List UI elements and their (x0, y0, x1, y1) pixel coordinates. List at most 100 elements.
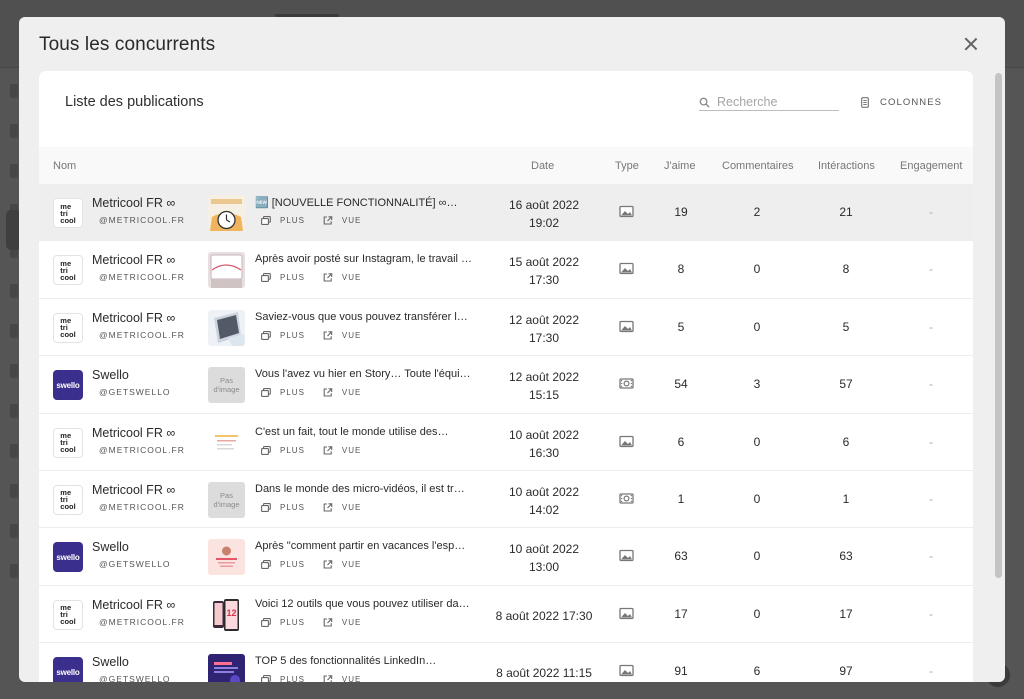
copy-icon (261, 560, 271, 570)
likes-count: 1 (677, 491, 685, 506)
columns-button[interactable]: COLONNES (861, 97, 942, 108)
more-label: PLUS (280, 330, 305, 340)
more-button[interactable]: PLUS (261, 560, 305, 569)
post-thumbnail[interactable] (208, 539, 245, 576)
header-interactions[interactable]: Intéractions (818, 160, 875, 172)
more-button[interactable]: PLUS (261, 273, 305, 282)
interactions-count: 63 (839, 549, 853, 564)
header-likes[interactable]: J'aime (664, 160, 695, 172)
external-link-icon (323, 560, 333, 569)
video-icon (619, 378, 634, 389)
post-thumbnail[interactable] (208, 424, 245, 461)
table-row[interactable]: me tri cool Metricool FR ∞ @METRICOOL.FR C… (39, 413, 973, 471)
svg-text:12: 12 (226, 608, 236, 618)
interactions-count: 5 (842, 319, 850, 334)
metricool-logo: me tri cool (53, 312, 83, 343)
table-row[interactable]: me tri cool Metricool FR ∞ @METRICOOL.FR A… (39, 241, 973, 299)
engagement-value: - (929, 377, 933, 392)
post-date: 10 août 2022 14:02 (508, 484, 580, 517)
metricool-logo: me tri cool (53, 599, 83, 630)
swello-logo: swello (53, 542, 83, 573)
close-icon[interactable] (963, 36, 979, 52)
view-button[interactable]: VUE (323, 273, 361, 282)
table-row[interactable]: swello Swello @GETSWELLO TOP 5 des fonct… (39, 643, 973, 682)
table-row[interactable]: me tri cool Metricool FR ∞ @METRICOOL.FR P… (39, 470, 973, 529)
account-name: Metricool FR ∞ (92, 597, 176, 612)
header-engagement[interactable]: Engagement (900, 160, 962, 172)
search-box (699, 94, 839, 111)
more-button[interactable]: PLUS (261, 216, 305, 225)
external-link-icon (323, 675, 333, 682)
engagement-value: - (929, 664, 933, 679)
more-label: PLUS (280, 502, 305, 512)
post-thumbnail[interactable] (208, 309, 245, 346)
table-row[interactable]: me tri cool Metricool FR ∞ @METRICOOL.FR 🆕… (39, 184, 973, 242)
engagement-value: - (929, 262, 933, 277)
post-date: 15 août 2022 17:30 (508, 255, 580, 288)
post-actions: PLUS VUE (261, 560, 379, 569)
table-row[interactable]: me tri cool Metricool FR ∞ @METRICOOL.FR S… (39, 298, 973, 357)
header-type[interactable]: Type (615, 160, 639, 172)
likes-count: 54 (674, 377, 688, 392)
view-button[interactable]: VUE (323, 388, 361, 397)
post-date: 10 août 2022 13:00 (508, 542, 580, 575)
view-button[interactable]: VUE (323, 216, 361, 225)
external-link-icon (323, 273, 333, 282)
video-icon (619, 493, 634, 504)
external-link-icon (323, 617, 333, 627)
account-name: Swello (92, 655, 129, 670)
view-button[interactable]: VUE (323, 675, 361, 682)
image-icon (619, 263, 634, 275)
header-name[interactable]: Nom (53, 160, 76, 172)
more-button[interactable]: PLUS (261, 503, 305, 512)
likes-count: 19 (674, 205, 688, 219)
more-button[interactable]: PLUS (261, 675, 305, 682)
post-text: Dans le monde des micro-vidéos, il est t… (255, 482, 465, 495)
post-thumbnail[interactable] (208, 195, 245, 231)
copy-icon (261, 445, 271, 455)
search-input[interactable] (717, 94, 835, 110)
account-handle: @GETSWELLO (99, 559, 171, 570)
no-image-placeholder[interactable]: Pas d'image (208, 367, 245, 404)
post-thumbnail[interactable]: 12 (208, 596, 245, 633)
account-name: Swello (92, 368, 129, 383)
post-thumbnail[interactable] (208, 654, 245, 682)
post-date: 8 août 2022 17:30 (495, 608, 593, 623)
no-image-placeholder[interactable]: Pas d'image (208, 481, 245, 518)
view-button[interactable]: VUE (323, 331, 361, 340)
view-button[interactable]: VUE (323, 618, 361, 627)
post-text: C'est un fait, tout le monde utilise des… (255, 425, 449, 438)
header-date[interactable]: Date (531, 160, 554, 172)
account-handle: @GETSWELLO (99, 674, 171, 682)
image-icon (619, 664, 634, 677)
account-handle: @METRICOOL.FR (99, 329, 185, 340)
engagement-value: - (929, 491, 933, 506)
modal-scrollbar[interactable] (995, 73, 1002, 578)
view-button[interactable]: VUE (323, 560, 361, 569)
post-thumbnail[interactable] (208, 252, 245, 289)
table-row[interactable]: me tri cool Metricool FR ∞ @METRICOOL.FR 1… (39, 585, 973, 644)
interactions-count: 1 (842, 491, 850, 506)
table-row[interactable]: swello Swello @GETSWELLO Pas d'image Vous… (39, 356, 973, 414)
post-actions: PLUS VUE (261, 675, 379, 682)
header-comments[interactable]: Commentaires (722, 160, 794, 172)
view-button[interactable]: VUE (323, 446, 361, 455)
interactions-count: 57 (839, 377, 853, 392)
copy-icon (261, 273, 271, 283)
more-button[interactable]: PLUS (261, 446, 305, 455)
more-button[interactable]: PLUS (261, 331, 305, 340)
view-label: VUE (341, 675, 362, 682)
more-label: PLUS (280, 445, 305, 455)
account-handle: @METRICOOL.FR (99, 616, 185, 627)
external-link-icon (323, 331, 333, 340)
view-button[interactable]: VUE (323, 503, 361, 512)
table-row[interactable]: swello Swello @GETSWELLO Après "comment … (39, 528, 973, 586)
view-label: VUE (341, 388, 362, 398)
image-icon (619, 550, 634, 562)
more-button[interactable]: PLUS (261, 618, 305, 627)
external-link-icon (323, 445, 333, 455)
post-date: 8 août 2022 11:15 (496, 666, 592, 681)
metricool-logo: me tri cool (53, 198, 83, 228)
post-actions: PLUS VUE (261, 503, 379, 512)
more-button[interactable]: PLUS (261, 388, 305, 397)
